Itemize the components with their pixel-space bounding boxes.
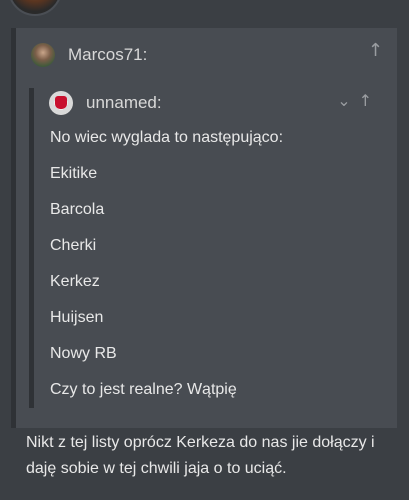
quote-line: Czy to jest realne? Wątpię: [50, 381, 237, 398]
unnamed-avatar[interactable]: [49, 91, 73, 115]
quote-line: Barcola: [50, 201, 105, 218]
quote-line: Nowy RB: [50, 345, 117, 362]
inner-quote-username[interactable]: unnamed:: [86, 93, 162, 113]
marcos-avatar[interactable]: [31, 43, 55, 67]
chevron-down-icon[interactable]: ⌄: [337, 91, 350, 110]
outer-quote-header: Marcos71:: [31, 42, 147, 68]
arrow-up-icon[interactable]: ↑: [359, 91, 372, 110]
inner-quote-header: unnamed:: [49, 90, 162, 116]
inner-quote-controls: ⌄ ↑: [337, 91, 372, 110]
quote-line: Kerkez: [50, 273, 100, 290]
arrow-up-icon[interactable]: ↑: [368, 40, 383, 61]
reply-text: Nikt z tej listy oprócz Kerkeza do nas j…: [26, 434, 375, 477]
outer-quote-username[interactable]: Marcos71:: [68, 45, 147, 65]
quote-line: No wiec wyglada to następująco:: [50, 129, 284, 146]
poster-avatar[interactable]: [8, 0, 62, 16]
inner-quote: unnamed: ⌄ ↑ No wiec wyglada to następuj…: [29, 88, 384, 408]
quote-line: Huijsen: [50, 309, 104, 326]
quote-line: Cherki: [50, 237, 97, 254]
quote-line: Ekitike: [50, 165, 98, 182]
post-container: Marcos71: ↑ unnamed: ⌄ ↑ No wiec wyglada…: [0, 0, 409, 500]
inner-quote-body: No wiec wyglada to następująco: Ekitike …: [50, 128, 283, 416]
outer-quote: Marcos71: ↑ unnamed: ⌄ ↑ No wiec wyglada…: [11, 28, 397, 428]
